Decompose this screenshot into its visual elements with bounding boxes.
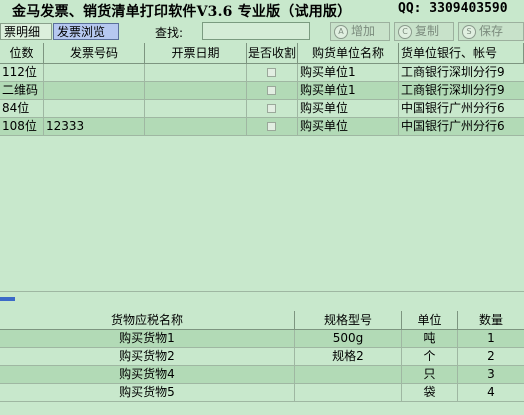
collected-checkbox[interactable] xyxy=(267,122,276,131)
grid-splitter[interactable] xyxy=(0,291,524,311)
invoice-grid[interactable]: 位数 发票号码 开票日期 是否收割 购货单位名称 货单位银行、帐号 112位 购… xyxy=(0,43,524,291)
find-input[interactable] xyxy=(202,22,310,40)
cell-buyer-name: 购买单位1 xyxy=(298,82,399,99)
window-title: 金马发票、销货清单打印软件V3.6 专业版（试用版） xyxy=(12,4,352,20)
table-row[interactable]: 84位 购买单位 中国银行广州分行6 xyxy=(0,100,524,118)
cell-quantity: 4 xyxy=(487,385,495,399)
cell-spec xyxy=(295,384,402,401)
col-header-unit[interactable]: 单位 xyxy=(402,311,458,329)
cell-goods-name: 购买货物5 xyxy=(0,384,295,401)
cell-buyer-bank: 中国银行广州分行6 xyxy=(401,119,505,133)
cell-digits: 二维码 xyxy=(0,82,44,99)
save-button[interactable]: S 保存 xyxy=(458,22,524,41)
cell-unit: 个 xyxy=(402,348,458,365)
cell-spec: 规格2 xyxy=(295,348,402,365)
cell-collected xyxy=(247,82,298,99)
cell-buyer-name: 购买单位 xyxy=(298,118,399,135)
cell-goods-name: 购买货物4 xyxy=(0,366,295,383)
find-label: 查找: xyxy=(155,26,184,40)
cell-invoice-number xyxy=(44,82,145,99)
cell-spec xyxy=(295,366,402,383)
cell-buyer-name: 购买单位 xyxy=(298,100,399,117)
qq-contact: QQ: 3309403590 xyxy=(398,1,508,16)
add-button[interactable]: A 增加 xyxy=(330,22,390,41)
cell-invoice-date xyxy=(145,82,247,99)
table-row[interactable]: 购买货物4 只 3 xyxy=(0,366,524,384)
cell-spec: 500g xyxy=(295,330,402,347)
cell-goods-name: 购买货物2 xyxy=(0,348,295,365)
goods-grid[interactable]: 货物应税名称 规格型号 单位 数量 购买货物1 500g 吨 1 购买货物2 规… xyxy=(0,311,524,415)
tab-invoice-details[interactable]: 票明细 xyxy=(0,23,52,40)
copy-button[interactable]: C 复制 xyxy=(394,22,454,41)
collected-checkbox[interactable] xyxy=(267,86,276,95)
toolbar: 票明细 发票浏览 查找: A 增加 C 复制 S 保存 xyxy=(0,21,524,43)
cell-invoice-number xyxy=(44,100,145,117)
cell-quantity: 3 xyxy=(487,367,495,381)
save-icon: S xyxy=(462,25,476,39)
goods-grid-header: 货物应税名称 规格型号 单位 数量 xyxy=(0,311,524,330)
cell-invoice-date xyxy=(145,64,247,81)
col-header-goods-name[interactable]: 货物应税名称 xyxy=(0,311,295,329)
splitter-handle[interactable] xyxy=(0,297,15,301)
cell-digits: 84位 xyxy=(0,100,44,117)
col-header-invoice-date[interactable]: 开票日期 xyxy=(145,43,247,63)
table-row[interactable]: 购买货物1 500g 吨 1 xyxy=(0,330,524,348)
cell-buyer-bank: 中国银行广州分行6 xyxy=(401,101,505,115)
cell-invoice-date xyxy=(145,118,247,135)
col-header-spec[interactable]: 规格型号 xyxy=(295,311,402,329)
copy-button-label: 复制 xyxy=(415,24,440,38)
add-button-label: 增加 xyxy=(351,24,376,38)
cell-invoice-number: 12333 xyxy=(44,118,145,135)
cell-digits: 112位 xyxy=(0,64,44,81)
add-icon: A xyxy=(334,25,348,39)
cell-buyer-bank: 工商银行深圳分行9 xyxy=(401,65,505,79)
cell-unit: 只 xyxy=(402,366,458,383)
cell-unit: 袋 xyxy=(402,384,458,401)
collected-checkbox[interactable] xyxy=(267,68,276,77)
col-header-digits[interactable]: 位数 xyxy=(0,43,44,63)
col-header-invoice-number[interactable]: 发票号码 xyxy=(44,43,145,63)
cell-digits: 108位 xyxy=(0,118,44,135)
table-row[interactable]: 购买货物2 规格2 个 2 xyxy=(0,348,524,366)
save-button-label: 保存 xyxy=(479,24,504,38)
cell-goods-name: 购买货物1 xyxy=(0,330,295,347)
cell-quantity: 2 xyxy=(487,349,495,363)
col-header-buyer-name[interactable]: 购货单位名称 xyxy=(298,43,399,63)
col-header-quantity[interactable]: 数量 xyxy=(458,311,524,329)
cell-collected xyxy=(247,100,298,117)
cell-buyer-name: 购买单位1 xyxy=(298,64,399,81)
table-row[interactable]: 112位 购买单位1 工商银行深圳分行9 xyxy=(0,64,524,82)
copy-icon: C xyxy=(398,25,412,39)
cell-collected xyxy=(247,118,298,135)
col-header-buyer-bank[interactable]: 货单位银行、帐号 xyxy=(399,43,524,63)
table-row[interactable]: 购买货物5 袋 4 xyxy=(0,384,524,402)
collected-checkbox[interactable] xyxy=(267,104,276,113)
table-row[interactable]: 二维码 购买单位1 工商银行深圳分行9 xyxy=(0,82,524,100)
cell-invoice-number xyxy=(44,64,145,81)
cell-unit: 吨 xyxy=(402,330,458,347)
cell-buyer-bank: 工商银行深圳分行9 xyxy=(401,83,505,97)
col-header-collected[interactable]: 是否收割 xyxy=(247,43,298,63)
cell-collected xyxy=(247,64,298,81)
cell-invoice-date xyxy=(145,100,247,117)
cell-quantity: 1 xyxy=(487,331,495,345)
tab-invoice-browse[interactable]: 发票浏览 xyxy=(53,23,119,40)
table-row[interactable]: 108位 12333 购买单位 中国银行广州分行6 xyxy=(0,118,524,136)
invoice-grid-header: 位数 发票号码 开票日期 是否收割 购货单位名称 货单位银行、帐号 xyxy=(0,43,524,64)
title-bar: 金马发票、销货清单打印软件V3.6 专业版（试用版） QQ: 330940359… xyxy=(0,0,524,21)
